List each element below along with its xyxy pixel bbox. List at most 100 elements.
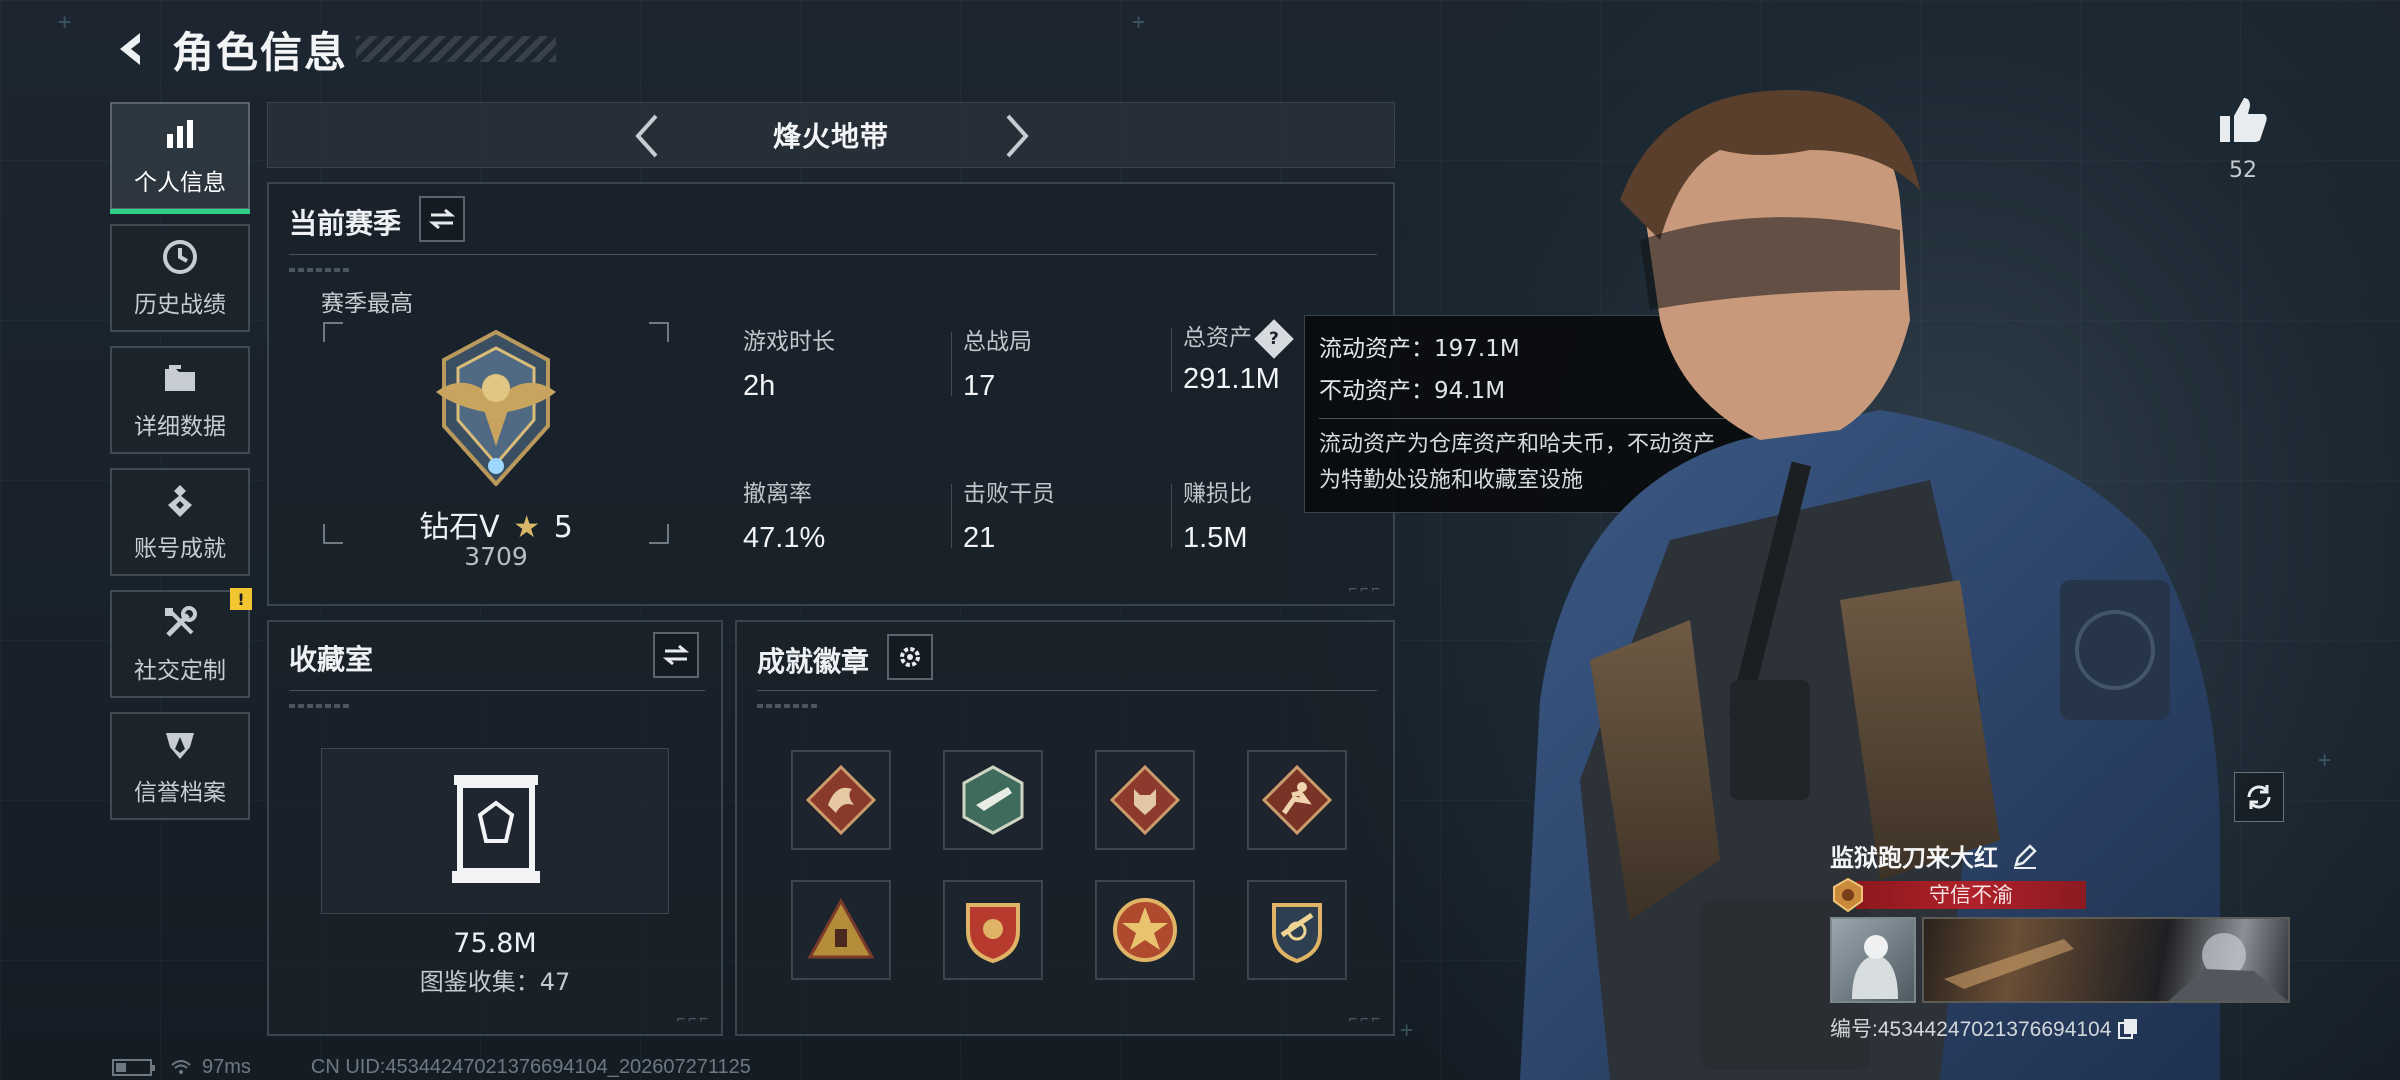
title-decoration — [356, 36, 557, 62]
ping-value: 97ms — [202, 1055, 251, 1078]
like-button[interactable] — [2216, 94, 2270, 148]
badge-settings-button[interactable] — [887, 634, 933, 680]
collection-count: 图鉴收集：47 — [419, 968, 571, 996]
wifi-icon — [171, 1060, 191, 1074]
rank-name-row: 钻石V ★ 5 — [323, 502, 669, 546]
clock-icon — [160, 237, 200, 277]
gun-badge[interactable] — [943, 750, 1043, 850]
back-arrow-icon — [120, 33, 140, 65]
collection-panel: 收藏室 75.8M 图鉴收集：47 ⌐⌐⌐ — [267, 620, 723, 1036]
achievement-icon — [160, 481, 200, 521]
battery-icon — [112, 1058, 155, 1076]
swap-icon — [663, 644, 689, 666]
sidebar: 个人信息 历史战绩 详细数据 账号成就 ! 社交定制 信誉档案 — [110, 102, 252, 834]
thumbs-up-icon — [2220, 98, 2267, 142]
background-cross-mark: + — [2318, 748, 2332, 773]
sidebar-item-social-custom[interactable]: ! 社交定制 — [110, 588, 252, 698]
stat-value: 2h — [743, 370, 776, 402]
chevron-right-icon — [1006, 114, 1029, 158]
mode-selector: 烽火地带 — [267, 102, 1395, 168]
copy-icon[interactable] — [2117, 1017, 2139, 1039]
sidebar-item-label: 账号成就 — [134, 536, 226, 562]
rank-score: 3709 — [464, 542, 528, 571]
divider — [289, 254, 1377, 255]
sidebar-item-label: 个人信息 — [134, 170, 226, 196]
sidebar-item-detailed-data[interactable]: 详细数据 — [110, 346, 250, 454]
uid-text: CN UID:4534424702137669410​4_20260727112… — [310, 1055, 751, 1078]
collection-value: 75.8M — [453, 928, 537, 959]
stat-label: 击败干员 — [963, 481, 1055, 507]
player-namecard[interactable] — [1922, 917, 2290, 1003]
star-icon: ★ — [513, 510, 541, 545]
refresh-appearance-button[interactable] — [2234, 772, 2284, 822]
panel-corner-decor: ⌐⌐⌐ — [1348, 1012, 1383, 1028]
bar-chart-icon — [160, 115, 200, 155]
stat-operators-defeated: 击败干员 21 — [951, 474, 1055, 555]
status-bar: 97ms CN UID:4534424702137669410​4_202607… — [112, 1054, 751, 1080]
sidebar-item-account-achievements[interactable]: 账号成就 — [110, 468, 250, 576]
season-panel: 当前赛季 赛季最高 钻石V ★ 5 3709 游戏时长 2h 总战局 17 总资… — [267, 182, 1395, 606]
sidebar-item-label: 社交定制 — [134, 658, 226, 684]
info-icon[interactable]: ? — [1254, 318, 1294, 359]
sidebar-item-match-history[interactable]: 历史战绩 — [110, 224, 250, 332]
background-cross-mark: + — [58, 10, 72, 35]
shield-badge[interactable] — [943, 880, 1043, 980]
sidebar-item-credit-record[interactable]: 信誉档案 — [110, 712, 250, 820]
season-switch-button[interactable] — [419, 196, 465, 242]
stat-value: 47.1% — [743, 522, 826, 554]
player-profile: 监狱跑刀来大红 守信不渝 编号:4534424702137669410​4 — [1830, 838, 2290, 1043]
rifle-badge[interactable] — [1247, 880, 1347, 980]
wolf-badge[interactable] — [1095, 750, 1195, 850]
player-id: 编号:4534424702137669410​4 — [1830, 1018, 2112, 1041]
mode-next-button[interactable] — [990, 109, 1044, 163]
swap-icon — [429, 208, 455, 230]
rank-stars: 5 — [553, 510, 573, 545]
stat-label: 游戏时长 — [743, 329, 835, 355]
rank-name: 钻石V — [419, 510, 500, 545]
collection-switch-button[interactable] — [653, 632, 699, 678]
mode-prev-button[interactable] — [620, 109, 674, 163]
chevron-left-icon — [635, 114, 658, 158]
sidebar-item-label: 历史战绩 — [134, 292, 226, 318]
stat-total-assets: 总资产? 291.1M — [1171, 318, 1294, 396]
tools-icon — [160, 603, 200, 643]
sidebar-item-personal-info[interactable]: 个人信息 — [110, 102, 250, 214]
gear-icon — [900, 647, 920, 667]
edit-icon[interactable] — [2012, 843, 2038, 869]
display-case-icon — [452, 775, 540, 883]
sidebar-item-label: 信誉档案 — [134, 780, 226, 806]
stat-label: 总资产 — [1183, 325, 1252, 351]
stat-label: 赚损比 — [1183, 481, 1252, 507]
star-badge[interactable] — [1095, 880, 1195, 980]
collection-display[interactable] — [321, 748, 669, 914]
like-count: 52 — [2229, 158, 2257, 183]
season-best-label: 赛季最高 — [321, 291, 413, 317]
pyramid-badge[interactable] — [791, 880, 891, 980]
background-cross-mark: + — [1400, 1018, 1414, 1043]
stat-total-matches: 总战局 17 — [951, 322, 1032, 403]
stat-label: 撤离率 — [743, 481, 812, 507]
decor-dashes — [289, 704, 349, 708]
back-button[interactable] — [110, 27, 154, 71]
decor-dashes — [757, 704, 817, 708]
stat-value: 21 — [963, 522, 996, 554]
runner-badge[interactable] — [1247, 750, 1347, 850]
mode-title: 烽火地带 — [772, 120, 889, 153]
title-emblem-icon — [1833, 877, 1863, 913]
stat-extract-rate: 撤离率 47.1% — [743, 474, 825, 555]
background-cross-mark: + — [1132, 10, 1146, 35]
page-title: 角色信息 — [172, 27, 349, 77]
player-avatar[interactable] — [1830, 917, 1916, 1003]
collection-title: 收藏室 — [289, 643, 374, 676]
stat-value: 1.5M — [1183, 522, 1248, 554]
folder-icon — [160, 359, 200, 399]
refresh-icon — [2247, 785, 2271, 809]
divider — [757, 690, 1377, 691]
diamond-rank-emblem-icon — [436, 330, 556, 486]
shield-icon — [160, 725, 200, 765]
stat-play-time: 游戏时长 2h — [743, 322, 835, 403]
dragon-badge[interactable] — [791, 750, 891, 850]
panel-corner-decor: ⌐⌐⌐ — [676, 1012, 711, 1028]
stat-label: 总战局 — [963, 329, 1032, 355]
badges-title: 成就徽章 — [757, 645, 870, 678]
